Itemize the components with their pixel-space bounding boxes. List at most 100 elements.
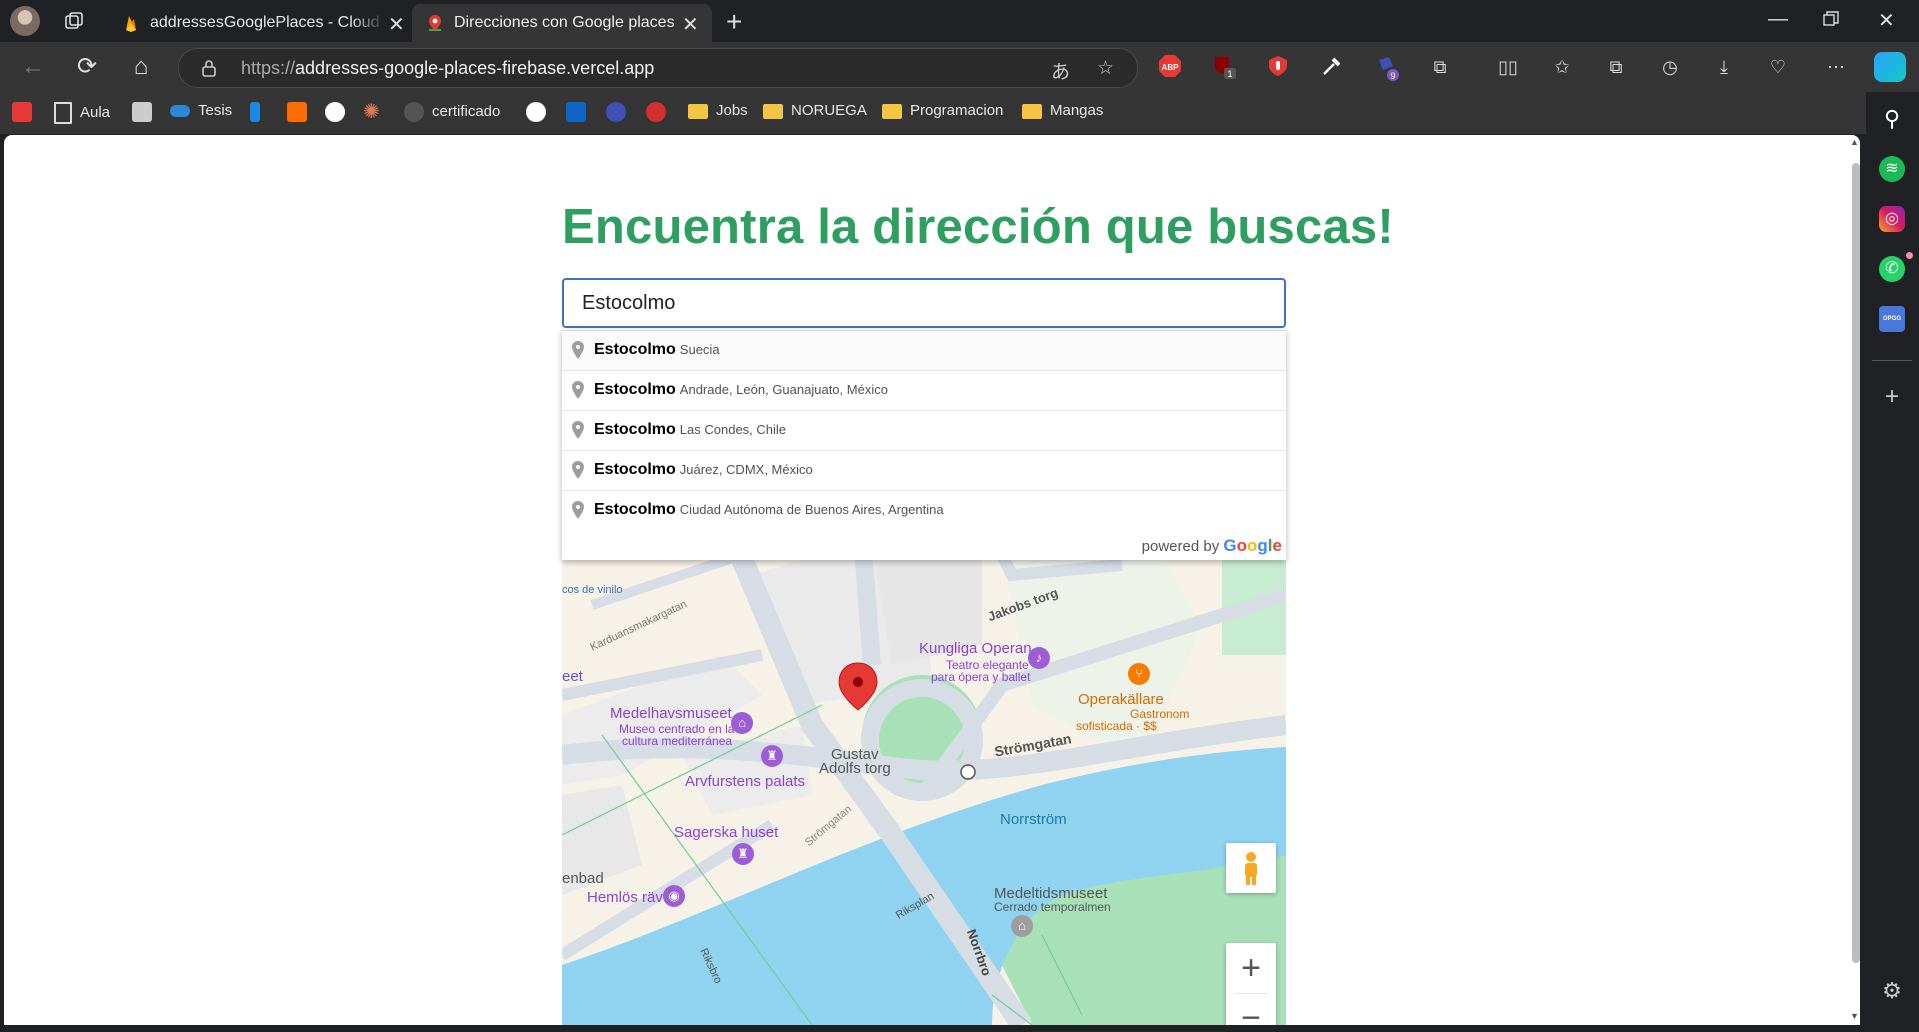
bookmark-openai[interactable] (325, 102, 353, 124)
powered-by-google: powered by Google (562, 530, 1286, 560)
new-tab-icon[interactable]: + (726, 6, 742, 38)
bookmark-m[interactable] (287, 102, 315, 124)
globe-icon (404, 102, 424, 122)
eyedropper-icon[interactable] (1319, 54, 1345, 80)
svg-text:ABP: ABP (1162, 63, 1180, 72)
close-tab-icon[interactable]: ✕ (682, 12, 699, 37)
zoom-in-button[interactable]: + (1226, 943, 1276, 993)
museum-icon[interactable]: ⌂ (1011, 915, 1033, 937)
restaurant-icon[interactable]: ⑂ (1128, 663, 1150, 685)
landmark-icon[interactable]: ♜ (761, 745, 783, 767)
zoom-control: + − (1226, 943, 1276, 1025)
address-bar[interactable]: https://addresses-google-places-firebase… (178, 48, 1138, 88)
more-menu-icon[interactable]: ⋯ (1823, 54, 1849, 80)
back-icon[interactable]: ← (18, 52, 48, 82)
bookmark-github[interactable] (526, 102, 554, 124)
extension-shape-icon[interactable]: 9 (1373, 54, 1399, 81)
bookmark-linkedin[interactable] (566, 102, 594, 124)
poi-label[interactable]: Operakällare (1078, 691, 1164, 708)
museum-icon[interactable]: ⌂ (731, 712, 753, 734)
spotify-icon[interactable]: ≋ (1879, 156, 1905, 182)
toolbar: ← ⟳ ⌂ https://addresses-google-places-fi… (0, 42, 1919, 92)
suggestion-item[interactable]: Estocolmo Juárez, CDMX, México (562, 450, 1286, 490)
bookmark-aula[interactable]: Aula (54, 102, 110, 124)
tab-direcciones[interactable]: Direcciones con Google places ✕ (412, 4, 712, 42)
bookmark-folder-noruega[interactable]: NORUEGA (763, 102, 867, 124)
bookmark-folder-mangas[interactable]: Mangas (1022, 102, 1103, 124)
poi-label[interactable]: Sagerska huset (674, 824, 778, 841)
sidebar-settings-gear-icon[interactable]: ⚙ (1879, 978, 1905, 1004)
camera-icon[interactable]: ◉ (663, 885, 685, 907)
copilot-icon[interactable] (1874, 52, 1906, 82)
whatsapp-icon[interactable]: ✆ (1879, 256, 1905, 282)
bookmark-app[interactable] (606, 102, 634, 124)
location-pin-icon (572, 341, 584, 359)
add-sidebar-app-icon[interactable]: + (1879, 384, 1905, 410)
bookmark-tesis[interactable]: Tesis (170, 102, 232, 124)
minimize-icon[interactable]: — (1768, 8, 1788, 31)
suggestion-item[interactable]: Estocolmo Suecia (562, 331, 1286, 370)
bookmark-claude[interactable]: ✺ (363, 102, 391, 124)
extensions-puzzle-icon[interactable]: ⧉ (1427, 54, 1453, 80)
tab-addresses-firebase[interactable]: addressesGooglePlaces - Cloud F ✕ (108, 4, 412, 42)
address-search-input[interactable] (562, 278, 1286, 328)
adblock-plus-icon[interactable]: ABP (1157, 54, 1183, 80)
music-icon[interactable]: ♪ (1028, 647, 1050, 669)
suggestion-item[interactable]: Estocolmo Ciudad Autónoma de Buenos Aires… (562, 490, 1286, 530)
home-icon[interactable]: ⌂ (126, 52, 156, 82)
ublock-icon[interactable]: 1 (1211, 54, 1237, 80)
scrollbar-thumb[interactable] (1852, 163, 1860, 963)
landmark-icon[interactable]: ♜ (732, 843, 754, 865)
street-view-pegman-icon[interactable] (1226, 843, 1276, 893)
read-aloud-icon[interactable]: あ (1051, 57, 1070, 84)
collections-icon[interactable]: ⧉ (1603, 54, 1629, 80)
map-label: Adolfs torg (819, 760, 891, 777)
bookmark-1k[interactable] (646, 102, 674, 124)
m-logo-icon (287, 102, 307, 122)
shield-extension-icon[interactable] (1265, 54, 1291, 80)
split-screen-icon[interactable]: ▯▯ (1495, 54, 1521, 80)
folder-icon (688, 103, 708, 119)
instagram-icon[interactable]: ◎ (1879, 206, 1905, 232)
suggestion-item[interactable]: Estocolmo Las Condes, Chile (562, 410, 1286, 450)
youtube-studio-icon (12, 102, 32, 122)
profile-avatar[interactable] (10, 6, 40, 36)
restore-icon[interactable] (1823, 10, 1839, 33)
history-icon[interactable]: ◷ (1657, 54, 1683, 80)
zoom-out-button[interactable]: − (1226, 993, 1276, 1025)
scroll-up-arrow-icon[interactable]: ▲ (1850, 137, 1859, 147)
close-tab-icon[interactable]: ✕ (388, 12, 405, 37)
reload-icon[interactable]: ⟳ (72, 52, 102, 82)
poi-label[interactable]: Hemlös räv (587, 889, 663, 906)
suggestion-item[interactable]: Estocolmo Andrade, León, Guanajuato, Méxi… (562, 370, 1286, 410)
suggestion-secondary: Las Condes, Chile (679, 422, 787, 437)
scroll-down-arrow-icon[interactable]: ▼ (1850, 1011, 1859, 1021)
downloads-icon[interactable]: ⤓ (1711, 54, 1737, 80)
map-label: enbad (562, 870, 604, 887)
performance-heart-icon[interactable]: ♡ (1765, 54, 1791, 80)
url-text[interactable]: https://addresses-google-places-firebase… (241, 58, 654, 79)
bookmark-youtube-studio[interactable] (12, 102, 40, 124)
poi-label[interactable]: Arvfurstens palats (685, 773, 805, 790)
bookmark-folder-jobs[interactable]: Jobs (688, 102, 748, 124)
bookmark-feather[interactable] (250, 102, 268, 124)
lock-icon[interactable] (201, 59, 217, 77)
workspaces-icon[interactable] (64, 11, 84, 31)
poi-desc: Cerrado temporalmen (994, 900, 1111, 914)
bookmark-certificado[interactable]: certificado (404, 102, 500, 124)
favorites-icon[interactable]: ✩ (1549, 54, 1575, 80)
google-map[interactable]: cos de vinilo Karduansmakargatan eet Jak… (562, 535, 1286, 1025)
favorite-star-icon[interactable]: ☆ (1097, 57, 1114, 80)
poi-desc: para ópera y ballet (931, 670, 1031, 684)
1k-icon (646, 102, 666, 122)
poi-label[interactable]: Kungliga Operan (919, 640, 1032, 657)
bookmark-folder-programacion[interactable]: Programacion (882, 102, 1003, 124)
opgg-icon[interactable]: OPGG (1879, 306, 1905, 332)
close-window-icon[interactable]: ✕ (1878, 8, 1895, 33)
powered-by-text: powered by (1141, 538, 1220, 555)
book-icon (132, 102, 152, 122)
poi-label[interactable]: Medelhavsmuseet (610, 705, 732, 722)
bookmark-book[interactable] (132, 102, 160, 124)
search-icon[interactable]: ⚲ (1879, 106, 1905, 132)
location-pin-icon (572, 461, 584, 479)
